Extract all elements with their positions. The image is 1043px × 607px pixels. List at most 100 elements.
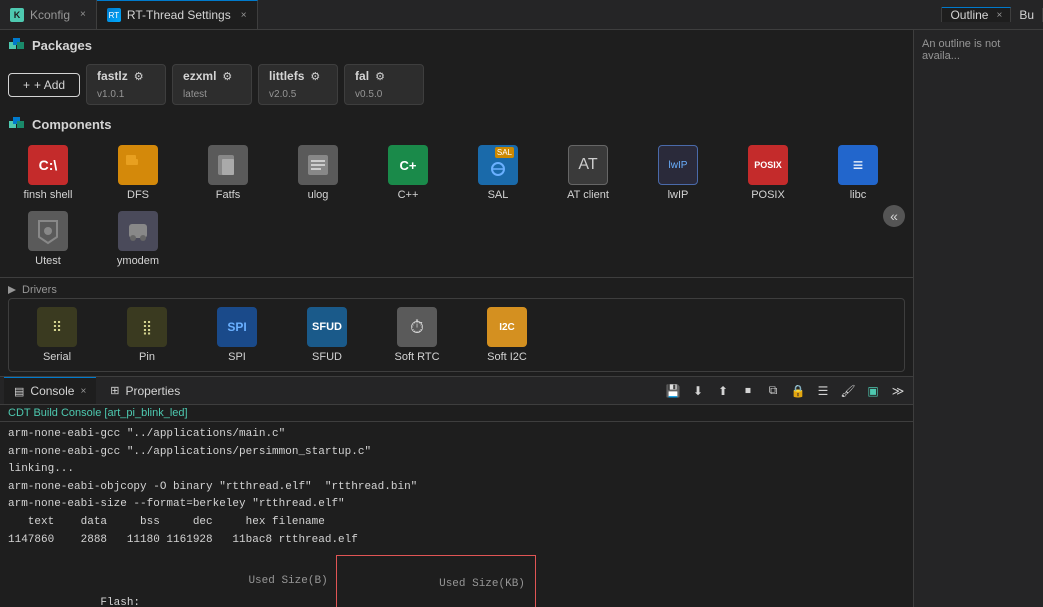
sfud-icon: SFUD: [307, 307, 347, 347]
lwip-icon: lwIP: [658, 145, 698, 185]
center-content: Packages + + Add fastlz ⚙ v1.0.1 ezxml ⚙: [0, 30, 913, 607]
littlefs-gear-icon[interactable]: ⚙: [310, 70, 320, 83]
tab-rt-label: RT-Thread Settings: [127, 8, 231, 22]
size-kb-header: Used Size(KB): [347, 558, 525, 607]
flash-label: Flash:: [8, 577, 140, 607]
tab-outline[interactable]: Outline ×: [942, 7, 1011, 22]
console-line-6: text data bss dec hex filename: [8, 514, 905, 532]
console-tool-save[interactable]: 💾: [662, 380, 684, 402]
component-utest[interactable]: Utest: [8, 211, 88, 267]
console-tool-down[interactable]: ⬇: [687, 380, 709, 402]
add-icon: +: [23, 78, 30, 92]
console-tool-list[interactable]: ☰: [812, 380, 834, 402]
tab-rt-thread-settings[interactable]: RT RT-Thread Settings ×: [97, 0, 258, 29]
pkg-littlefs[interactable]: littlefs ⚙ v2.0.5: [258, 64, 338, 105]
package-tabs: + + Add fastlz ⚙ v1.0.1 ezxml ⚙ latest: [0, 60, 913, 109]
component-dfs[interactable]: DFS: [98, 145, 178, 201]
sal-icon: SAL: [478, 145, 518, 185]
utest-icon: [28, 211, 68, 251]
add-package-button[interactable]: + + Add: [8, 73, 80, 97]
pkg-fastlz[interactable]: fastlz ⚙ v1.0.1: [86, 64, 166, 105]
component-sal[interactable]: SAL SAL: [458, 145, 538, 201]
driver-soft-rtc[interactable]: ⏱ Soft RTC: [377, 307, 457, 363]
serial-label: Serial: [43, 351, 71, 363]
outline-tab-label: Outline: [950, 8, 988, 22]
console-breadcrumb-text: CDT Build Console [art_pi_blink_led]: [8, 407, 188, 419]
tab-bar: K Kconfig × RT RT-Thread Settings × Outl…: [0, 0, 1043, 30]
packages-header: Packages: [0, 30, 913, 60]
component-finsh-shell[interactable]: C:\ finsh shell: [8, 145, 88, 201]
lwip-label: lwIP: [668, 189, 689, 201]
tab-kconfig-label: Kconfig: [30, 8, 70, 22]
console-tab[interactable]: ▤ Console ×: [4, 377, 96, 404]
drivers-grid: ⠿ Serial ⣿ Pin SPI SPI SFUD SFUD ⏱ Soft …: [8, 298, 905, 372]
console-tool-up[interactable]: ⬆: [712, 380, 734, 402]
console-tool-more[interactable]: ≫: [887, 380, 909, 402]
ezxml-version: latest: [183, 89, 207, 100]
components-icon: [8, 115, 26, 133]
driver-sfud[interactable]: SFUD SFUD: [287, 307, 367, 363]
memory-col-labels: Flash: RAM:: [8, 555, 140, 607]
component-cpp[interactable]: C+ C++: [368, 145, 448, 201]
serial-icon: ⠿: [37, 307, 77, 347]
fal-gear-icon[interactable]: ⚙: [375, 70, 385, 83]
components-grid: C:\ finsh shell DFS: [0, 139, 913, 273]
packages-icon: [8, 36, 26, 54]
kconfig-icon: K: [10, 8, 24, 22]
cpp-icon: C+: [388, 145, 428, 185]
soft-i2c-icon: I2C: [487, 307, 527, 347]
driver-pin[interactable]: ⣿ Pin: [107, 307, 187, 363]
console-tab-close[interactable]: ×: [80, 386, 86, 397]
littlefs-version: v2.0.5: [269, 89, 296, 100]
console-tool-lock[interactable]: 🔒: [787, 380, 809, 402]
tab-kconfig[interactable]: K Kconfig ×: [0, 0, 97, 29]
component-ulog[interactable]: ulog: [278, 145, 358, 201]
ezxml-gear-icon[interactable]: ⚙: [222, 70, 232, 83]
driver-soft-i2c[interactable]: I2C Soft I2C: [467, 307, 547, 363]
console-line-3: linking...: [8, 461, 905, 479]
pkg-ezxml[interactable]: ezxml ⚙ latest: [172, 64, 252, 105]
utest-label: Utest: [35, 255, 61, 267]
console-output[interactable]: arm-none-eabi-gcc "../applications/main.…: [0, 422, 913, 607]
component-ymodem[interactable]: ymodem: [98, 211, 178, 267]
littlefs-name: littlefs: [269, 69, 304, 83]
component-libc[interactable]: ≡ libc: [818, 145, 898, 201]
ymodem-label: ymodem: [117, 255, 159, 267]
driver-spi[interactable]: SPI SPI: [197, 307, 277, 363]
soft-rtc-icon: ⏱: [397, 307, 437, 347]
fastlz-name: fastlz: [97, 69, 128, 83]
tab-bu[interactable]: Bu: [1011, 8, 1043, 22]
console-tool-green[interactable]: ▣: [862, 380, 884, 402]
fatfs-label: Fatfs: [216, 189, 240, 201]
console-tool-copy[interactable]: ⧉: [762, 380, 784, 402]
driver-serial[interactable]: ⠿ Serial: [17, 307, 97, 363]
pkg-fal[interactable]: fal ⚙ v0.5.0: [344, 64, 424, 105]
memory-col-b: Used Size(B) 1150748 B 14068 B: [156, 555, 328, 607]
component-at-client[interactable]: AT AT client: [548, 145, 628, 201]
tab-kconfig-close[interactable]: ×: [80, 9, 86, 20]
add-label: + Add: [34, 78, 65, 92]
properties-tab[interactable]: ⊞ Properties: [100, 377, 190, 404]
outline-tab-close[interactable]: ×: [996, 10, 1002, 21]
finsh-shell-label: finsh shell: [24, 189, 73, 201]
drivers-label: Drivers: [22, 284, 57, 296]
console-tool-stop[interactable]: ⏹: [737, 380, 759, 402]
component-posix[interactable]: POSIX POSIX: [728, 145, 808, 201]
fastlz-gear-icon[interactable]: ⚙: [134, 70, 144, 83]
rt-thread-icon: RT: [107, 8, 121, 22]
soft-i2c-label: Soft I2C: [487, 351, 527, 363]
ulog-label: ulog: [308, 189, 329, 201]
soft-rtc-label: Soft RTC: [394, 351, 439, 363]
dfs-icon: [118, 145, 158, 185]
tab-rt-close[interactable]: ×: [241, 10, 247, 21]
component-lwip[interactable]: lwIP lwIP: [638, 145, 718, 201]
ulog-icon: [298, 145, 338, 185]
spi-label: SPI: [228, 351, 246, 363]
pin-label: Pin: [139, 351, 155, 363]
drivers-expand-icon[interactable]: [8, 286, 16, 294]
collapse-button[interactable]: «: [883, 205, 905, 227]
component-fatfs[interactable]: Fatfs: [188, 145, 268, 201]
console-tool-brush[interactable]: 🖌: [837, 380, 859, 402]
main-area: Packages + + Add fastlz ⚙ v1.0.1 ezxml ⚙: [0, 30, 1043, 607]
ymodem-icon: [118, 211, 158, 251]
